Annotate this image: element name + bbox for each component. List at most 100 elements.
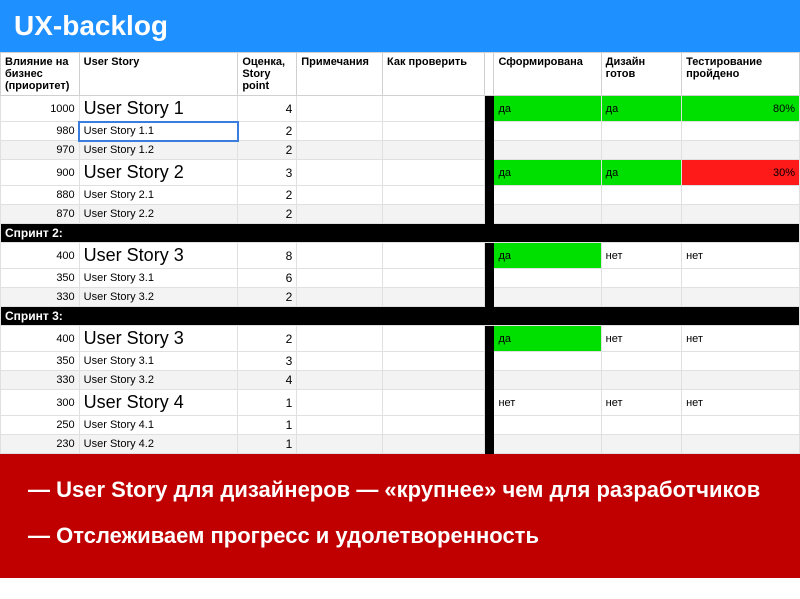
cell-points[interactable]: 1 (238, 435, 297, 454)
cell-formed[interactable]: да (494, 326, 601, 352)
cell-design[interactable] (601, 141, 681, 160)
cell-story[interactable]: User Story 3 (79, 243, 238, 269)
cell-design[interactable]: да (601, 160, 681, 186)
cell-priority[interactable]: 400 (1, 243, 80, 269)
cell-check[interactable] (383, 122, 485, 141)
cell-formed[interactable] (494, 141, 601, 160)
cell-notes[interactable] (297, 205, 383, 224)
cell-check[interactable] (383, 186, 485, 205)
cell-formed[interactable]: да (494, 160, 601, 186)
cell-design[interactable]: нет (601, 326, 681, 352)
cell-design[interactable]: нет (601, 243, 681, 269)
cell-priority[interactable]: 870 (1, 205, 80, 224)
cell-story[interactable]: User Story 4 (79, 390, 238, 416)
cell-formed[interactable] (494, 416, 601, 435)
cell-notes[interactable] (297, 416, 383, 435)
cell-check[interactable] (383, 352, 485, 371)
cell-story[interactable]: User Story 3.2 (79, 371, 238, 390)
cell-test[interactable]: 30% (682, 160, 800, 186)
cell-priority[interactable]: 880 (1, 186, 80, 205)
cell-design[interactable] (601, 186, 681, 205)
cell-check[interactable] (383, 205, 485, 224)
cell-formed[interactable] (494, 186, 601, 205)
cell-notes[interactable] (297, 390, 383, 416)
cell-formed[interactable]: да (494, 243, 601, 269)
cell-notes[interactable] (297, 96, 383, 122)
cell-test[interactable] (682, 435, 800, 454)
cell-design[interactable] (601, 288, 681, 307)
cell-check[interactable] (383, 160, 485, 186)
cell-check[interactable] (383, 416, 485, 435)
cell-test[interactable] (682, 141, 800, 160)
cell-design[interactable] (601, 122, 681, 141)
cell-story[interactable]: User Story 4.1 (79, 416, 238, 435)
cell-notes[interactable] (297, 371, 383, 390)
cell-story[interactable]: User Story 2.1 (79, 186, 238, 205)
cell-priority[interactable]: 400 (1, 326, 80, 352)
cell-formed[interactable] (494, 352, 601, 371)
cell-check[interactable] (383, 288, 485, 307)
cell-notes[interactable] (297, 122, 383, 141)
cell-design[interactable] (601, 435, 681, 454)
cell-points[interactable]: 2 (238, 205, 297, 224)
cell-check[interactable] (383, 243, 485, 269)
cell-notes[interactable] (297, 435, 383, 454)
cell-formed[interactable] (494, 435, 601, 454)
cell-formed[interactable] (494, 371, 601, 390)
cell-design[interactable]: нет (601, 390, 681, 416)
cell-priority[interactable]: 980 (1, 122, 80, 141)
cell-check[interactable] (383, 326, 485, 352)
cell-story[interactable]: User Story 4.2 (79, 435, 238, 454)
cell-story[interactable]: User Story 3.2 (79, 288, 238, 307)
cell-points[interactable]: 1 (238, 390, 297, 416)
cell-formed[interactable] (494, 205, 601, 224)
cell-points[interactable]: 3 (238, 352, 297, 371)
cell-points[interactable]: 2 (238, 122, 297, 141)
cell-story[interactable]: User Story 1.2 (79, 141, 238, 160)
cell-design[interactable] (601, 352, 681, 371)
cell-notes[interactable] (297, 160, 383, 186)
cell-check[interactable] (383, 269, 485, 288)
cell-priority[interactable]: 300 (1, 390, 80, 416)
cell-notes[interactable] (297, 243, 383, 269)
cell-test[interactable]: нет (682, 390, 800, 416)
cell-design[interactable] (601, 371, 681, 390)
cell-formed[interactable]: да (494, 96, 601, 122)
cell-priority[interactable]: 350 (1, 352, 80, 371)
cell-points[interactable]: 2 (238, 288, 297, 307)
cell-story[interactable]: User Story 1.1 (79, 122, 238, 141)
cell-formed[interactable] (494, 122, 601, 141)
cell-test[interactable]: нет (682, 326, 800, 352)
cell-test[interactable]: нет (682, 243, 800, 269)
cell-priority[interactable]: 350 (1, 269, 80, 288)
cell-notes[interactable] (297, 326, 383, 352)
cell-test[interactable] (682, 288, 800, 307)
cell-priority[interactable]: 250 (1, 416, 80, 435)
cell-points[interactable]: 8 (238, 243, 297, 269)
cell-story[interactable]: User Story 3.1 (79, 352, 238, 371)
cell-notes[interactable] (297, 288, 383, 307)
cell-priority[interactable]: 330 (1, 371, 80, 390)
cell-points[interactable]: 4 (238, 371, 297, 390)
cell-formed[interactable] (494, 288, 601, 307)
cell-story[interactable]: User Story 2 (79, 160, 238, 186)
cell-check[interactable] (383, 390, 485, 416)
cell-notes[interactable] (297, 141, 383, 160)
cell-notes[interactable] (297, 269, 383, 288)
cell-design[interactable] (601, 269, 681, 288)
cell-design[interactable] (601, 416, 681, 435)
cell-points[interactable]: 2 (238, 326, 297, 352)
cell-design[interactable] (601, 205, 681, 224)
cell-check[interactable] (383, 141, 485, 160)
cell-points[interactable]: 1 (238, 416, 297, 435)
cell-test[interactable] (682, 186, 800, 205)
cell-priority[interactable]: 900 (1, 160, 80, 186)
cell-points[interactable]: 6 (238, 269, 297, 288)
cell-notes[interactable] (297, 186, 383, 205)
cell-test[interactable] (682, 269, 800, 288)
cell-priority[interactable]: 230 (1, 435, 80, 454)
cell-check[interactable] (383, 96, 485, 122)
cell-test[interactable]: 80% (682, 96, 800, 122)
cell-formed[interactable] (494, 269, 601, 288)
cell-story[interactable]: User Story 3.1 (79, 269, 238, 288)
